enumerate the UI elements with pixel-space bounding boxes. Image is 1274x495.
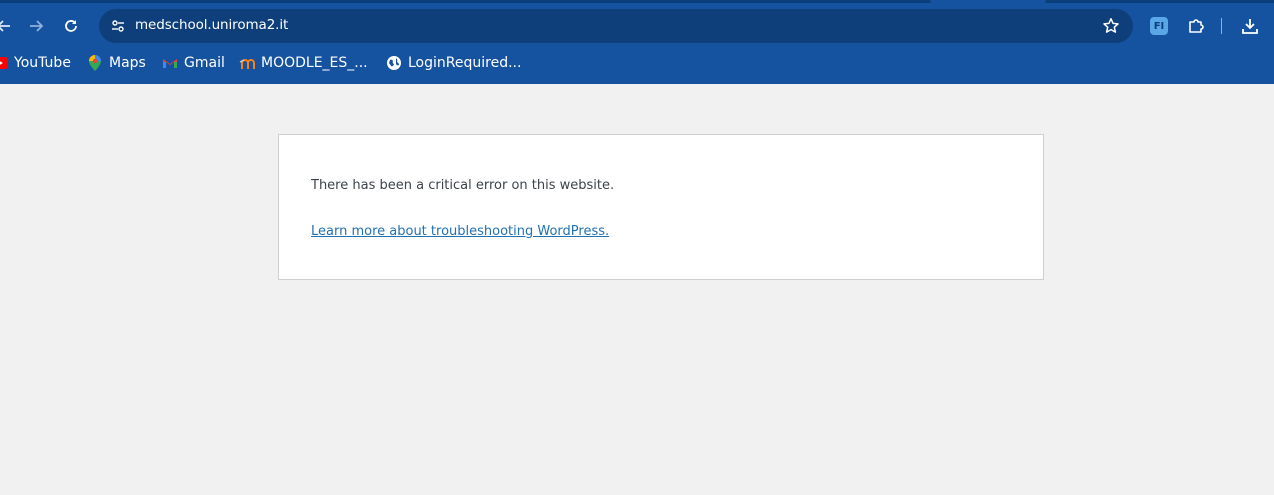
bookmark-youtube[interactable]: YouTube	[0, 50, 71, 76]
globe-icon	[386, 55, 402, 71]
reload-icon	[65, 20, 77, 32]
active-tab-edge[interactable]	[930, 0, 1046, 4]
gmail-icon	[162, 55, 178, 71]
url-text[interactable]: medschool.uniroma2.it	[135, 17, 288, 33]
bookmark-label: LoginRequired...	[408, 55, 522, 71]
bookmarks-bar: YouTube Maps Gmail MOODLE_ES_... LoginRe…	[0, 50, 1274, 76]
bookmark-maps[interactable]: Maps	[87, 50, 146, 76]
arrow-right-icon	[30, 20, 44, 32]
error-card: There has been a critical error on this …	[278, 134, 1044, 280]
bookmark-star-button[interactable]	[1101, 16, 1121, 36]
bookmark-gmail[interactable]: Gmail	[162, 50, 225, 76]
address-bar[interactable]: medschool.uniroma2.it	[99, 9, 1133, 43]
star-icon	[1103, 18, 1119, 33]
toolbar-separator	[1221, 18, 1222, 34]
arrow-left-icon	[0, 20, 10, 32]
site-info-button[interactable]	[105, 13, 131, 39]
back-button[interactable]	[0, 12, 18, 40]
maps-icon	[87, 55, 103, 71]
extension-fi-icon: FI	[1150, 17, 1168, 35]
troubleshooting-link[interactable]: Learn more about troubleshooting WordPre…	[311, 224, 609, 239]
browser-toolbar: medschool.uniroma2.it FI	[0, 7, 1274, 45]
forward-button[interactable]	[22, 12, 50, 40]
moodle-icon	[239, 55, 255, 71]
puzzle-icon	[1189, 19, 1204, 33]
extension-fi-button[interactable]: FI	[1145, 12, 1173, 40]
tune-icon	[112, 20, 124, 32]
download-icon	[1242, 19, 1258, 34]
bookmark-moodle[interactable]: MOODLE_ES_...	[239, 50, 368, 76]
reload-button[interactable]	[57, 12, 85, 40]
bookmark-label: YouTube	[14, 55, 71, 71]
bookmark-label: Gmail	[184, 55, 225, 71]
extensions-button[interactable]	[1182, 12, 1210, 40]
bookmark-label: MOODLE_ES_...	[261, 55, 368, 71]
tab-strip	[0, 0, 1274, 3]
browser-chrome: medschool.uniroma2.it FI YouTube Maps Gm…	[0, 0, 1274, 84]
bookmark-label: Maps	[109, 55, 146, 71]
error-message: There has been a critical error on this …	[311, 178, 615, 193]
youtube-icon	[0, 55, 8, 71]
downloads-button[interactable]	[1236, 12, 1264, 40]
bookmark-loginrequired[interactable]: LoginRequired...	[386, 50, 521, 76]
